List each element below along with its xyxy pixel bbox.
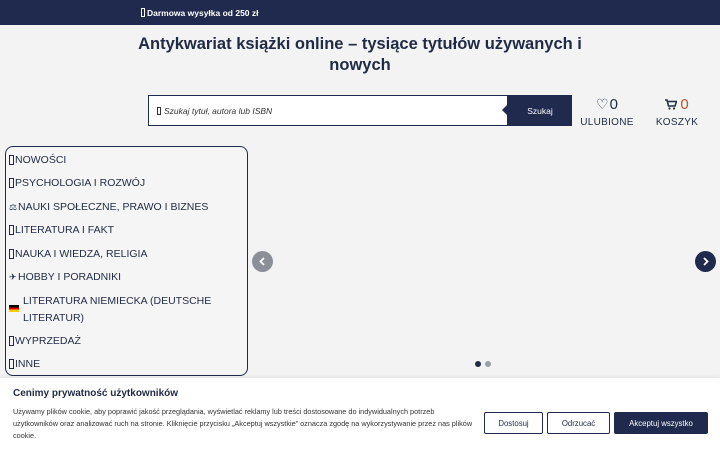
category-icon [9, 225, 14, 235]
category-icon [9, 248, 14, 259]
menu-item-wyprzedaz[interactable]: WYPRZEDAŻ [6, 333, 247, 357]
carousel-next-button[interactable] [695, 251, 716, 272]
menu-item-label: HOBBY I PORADNIKI [18, 271, 122, 283]
menu-item-label: WYPRZEDAŻ [15, 334, 81, 347]
cookie-text: Używamy plików cookie, aby poprawić jako… [13, 407, 473, 441]
german-flag-icon [9, 304, 19, 312]
carousel-prev-button[interactable] [252, 251, 273, 272]
menu-item-label: NOWOŚCI [15, 154, 67, 166]
category-icon [9, 359, 14, 369]
search-field[interactable] [148, 95, 508, 126]
menu-item-nauki-spoleczne[interactable]: ⚖ NAUKI SPOŁECZNE, PRAWO I BIZNES [6, 199, 247, 223]
search-bar: Szukaj [148, 95, 572, 126]
menu-item-label: PSYCHOLOGIA I ROZWÓJ [15, 177, 146, 189]
cart-label: KOSZYK [655, 117, 699, 128]
favorites-count: 0 [609, 95, 618, 113]
cookie-customize-button[interactable]: Dostosuj [484, 412, 543, 434]
favorites-link[interactable]: ♡ 0 ULUBIONE [580, 94, 634, 129]
menu-item-label: INNE [15, 358, 41, 370]
menu-item-label: NAUKI SPOŁECZNE, PRAWO I BIZNES [18, 200, 209, 213]
category-icon [9, 155, 14, 165]
category-icon [9, 335, 14, 346]
category-menu: NOWOŚCI PSYCHOLOGIA I ROZWÓJ ⚖ NAUKI SPO… [5, 146, 248, 376]
menu-item-label: NAUKA I WIEDZA, RELIGIA [15, 247, 148, 260]
search-icon [157, 106, 161, 115]
chevron-right-icon [703, 257, 709, 266]
page-title: Antykwariat książki online – tysiące tyt… [138, 35, 582, 74]
menu-item-nowosci[interactable]: NOWOŚCI [6, 152, 247, 175]
menu-item-label: LITERATURA I FAKT [15, 224, 114, 236]
favorites-label: ULUBIONE [580, 117, 634, 128]
carousel-pagination [475, 361, 491, 367]
cookie-banner: Cenimy prywatność użytkowników Używamy p… [0, 378, 720, 450]
search-button[interactable]: Szukaj [502, 95, 572, 126]
search-input[interactable] [164, 105, 494, 116]
shipping-banner: Darmowa wysyłka od 250 zł [0, 0, 720, 25]
chevron-left-icon [259, 257, 265, 266]
cart-count: 0 [680, 95, 689, 113]
menu-item-nauka-wiedza[interactable]: NAUKA I WIEDZA, RELIGIA [6, 246, 247, 270]
carousel-dot[interactable] [475, 361, 481, 367]
menu-item-hobby[interactable]: ✈ HOBBY I PORADNIKI [6, 269, 247, 293]
scales-icon: ⚖ [9, 201, 18, 212]
menu-item-inne[interactable]: INNE [6, 356, 247, 379]
cart-link[interactable]: 0 KOSZYK [652, 94, 702, 129]
cookie-accept-button[interactable]: Akceptuj wszystko [614, 412, 708, 434]
menu-item-psychologia[interactable]: PSYCHOLOGIA I ROZWÓJ [6, 175, 247, 199]
cookie-reject-button[interactable]: Odrzucać [547, 412, 610, 434]
category-icon [9, 178, 14, 188]
carousel-dot[interactable] [485, 361, 491, 367]
missing-glyph-icon [141, 8, 145, 17]
shipping-text: Darmowa wysyłka od 250 zł [147, 7, 259, 18]
cookie-title: Cenimy prywatność użytkowników [13, 388, 179, 399]
menu-item-literatura-niemiecka[interactable]: LITERATURA NIEMIECKA (DEUTSCHE LITERATUR… [6, 293, 247, 333]
heart-icon: ♡ [596, 95, 609, 112]
menu-item-literatura-fakt[interactable]: LITERATURA I FAKT [6, 222, 247, 246]
cart-icon [665, 98, 678, 110]
menu-item-label: LITERATURA NIEMIECKA (DEUTSCHE LITERATUR… [23, 294, 212, 324]
airplane-icon: ✈ [9, 272, 17, 282]
